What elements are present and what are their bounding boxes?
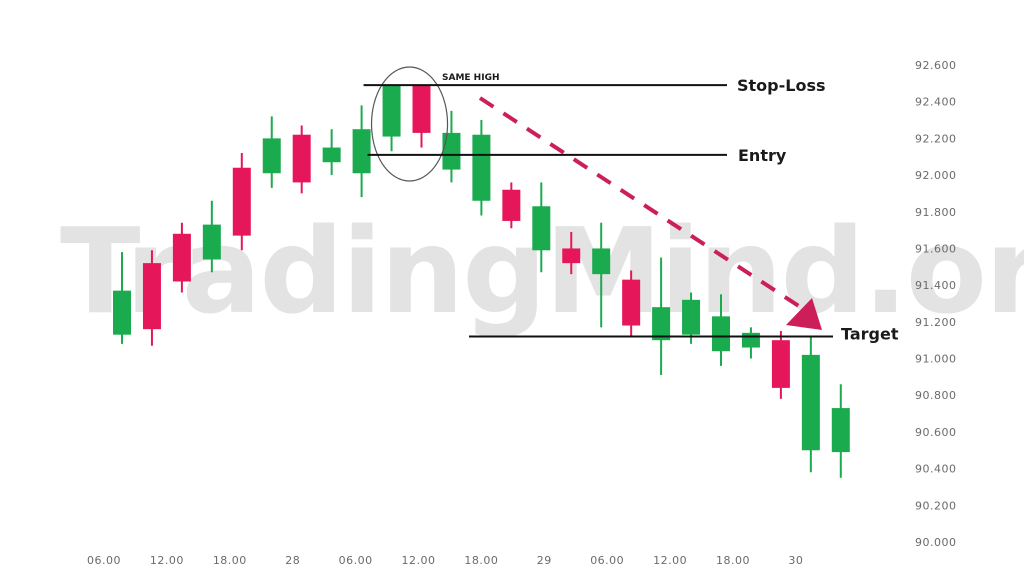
target-label: Target [841, 325, 899, 344]
x-tick-label: 29 [537, 554, 552, 567]
candle [771, 331, 790, 399]
candle-body-bearish [502, 189, 521, 221]
candle-body-bearish [172, 233, 191, 282]
x-axis: 06.00 12.00 18.00 28 06.00 12.00 18.00 29 06.00 1… [87, 554, 803, 567]
candle [382, 85, 401, 152]
x-tick-label: 30 [788, 554, 803, 567]
y-tick-label: 90.400 [915, 463, 957, 476]
candle-body-bullish [712, 316, 730, 352]
candle-body-bullish [741, 332, 760, 348]
y-tick-label: 92.600 [915, 59, 957, 72]
y-tick-label: 91.200 [915, 316, 957, 329]
candle-body-bullish [532, 206, 551, 251]
candle [831, 384, 850, 478]
y-tick-label: 91.000 [915, 353, 957, 366]
same-high-label: SAME HIGH [442, 73, 500, 83]
candle-body-bearish [771, 340, 790, 388]
y-tick-label: 91.400 [915, 279, 957, 292]
x-tick-label: 12.00 [653, 554, 687, 567]
x-tick-label: 18.00 [464, 554, 498, 567]
stop-loss-label: Stop-Loss [737, 76, 826, 95]
candle-body-bullish [592, 248, 611, 275]
candle [292, 125, 311, 194]
y-tick-label: 92.400 [915, 96, 957, 109]
x-tick-label: 18.00 [213, 554, 247, 567]
candle [352, 105, 371, 198]
x-tick-label: 12.00 [402, 554, 436, 567]
y-tick-label: 92.000 [915, 169, 957, 182]
candle [262, 116, 281, 188]
x-tick-label: 06.00 [339, 554, 373, 567]
y-tick-label: 91.600 [915, 242, 957, 255]
candle-body-bearish [232, 167, 251, 236]
candle-body-bullish [262, 138, 281, 174]
candlestick-chart: TradingMind.org SAME HIGH Stop-Loss Entr… [60, 59, 1024, 567]
x-tick-label: 28 [285, 554, 300, 567]
candle [412, 85, 431, 148]
candle-body-bearish [622, 279, 641, 326]
candle-body-bullish [202, 224, 221, 260]
y-tick-label: 91.800 [915, 206, 957, 219]
candle-body-bullish [682, 299, 701, 335]
candle-body-bullish [831, 408, 850, 453]
candle-body-bearish [562, 248, 581, 264]
candle-body-bullish [472, 134, 491, 201]
y-tick-label: 92.200 [915, 132, 957, 145]
x-tick-label: 12.00 [150, 554, 184, 567]
candle-body-bullish [442, 132, 461, 170]
y-tick-label: 90.600 [915, 426, 957, 439]
x-tick-label: 06.00 [87, 554, 121, 567]
y-tick-label: 90.800 [915, 389, 957, 402]
x-tick-label: 18.00 [716, 554, 750, 567]
entry-label: Entry [738, 146, 787, 165]
candle-body-bullish [382, 85, 401, 137]
candle-body-bullish [352, 129, 371, 174]
candle-body-bullish [322, 147, 341, 163]
candle-body-bullish [113, 290, 131, 335]
y-tick-label: 90.000 [915, 536, 957, 549]
candle-body-bearish [142, 263, 161, 330]
candle-body-bearish [412, 85, 431, 133]
candle [322, 129, 341, 176]
x-tick-label: 06.00 [590, 554, 624, 567]
candle-body-bearish [292, 134, 311, 183]
candle-body-bullish [652, 307, 671, 341]
candle [801, 336, 820, 473]
y-tick-label: 90.200 [915, 499, 957, 512]
candle-body-bullish [801, 354, 820, 451]
